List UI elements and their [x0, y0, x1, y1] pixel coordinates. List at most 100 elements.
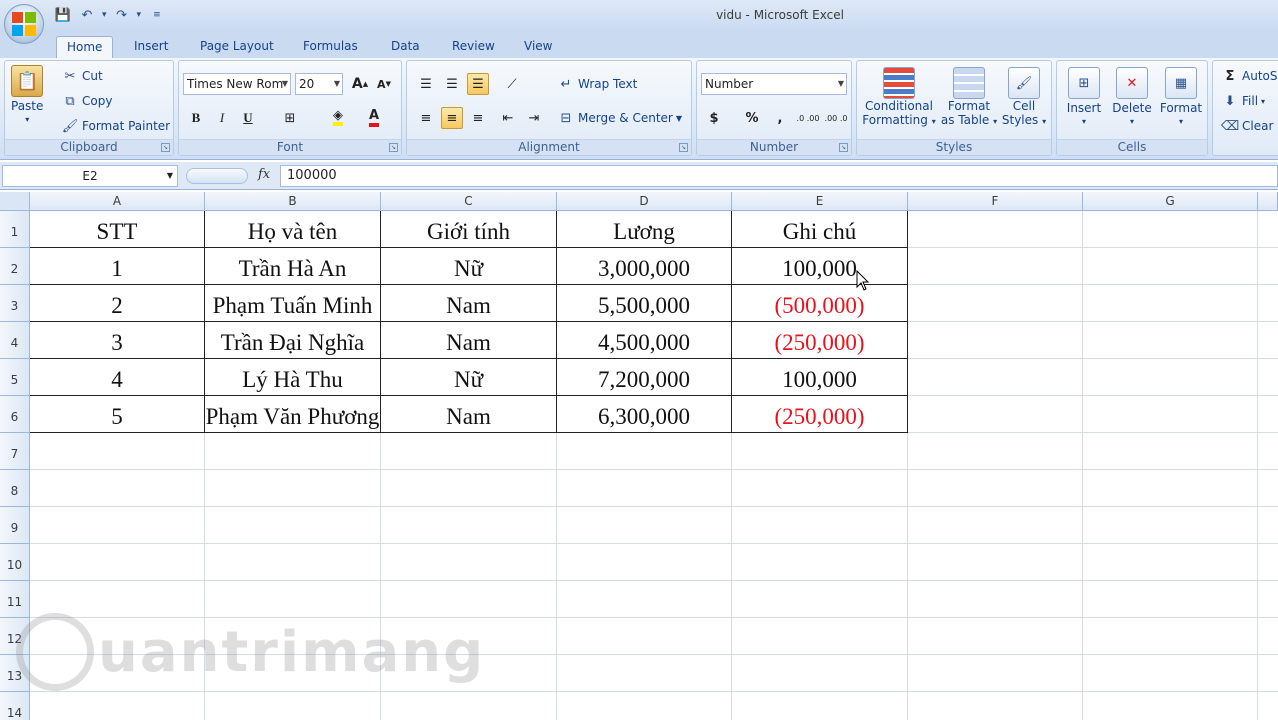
cell-styles-button[interactable]: 🖌 Cell Styles ▾ [1001, 67, 1047, 127]
bold-button[interactable]: B [185, 107, 207, 129]
table-cell[interactable]: Phạm Văn Phương [205, 396, 380, 432]
redo-dropdown-icon[interactable]: ▾ [137, 10, 142, 20]
column-header-a[interactable]: A [30, 192, 205, 211]
insert-cells-button[interactable]: ⊞ Insert ▾ [1061, 67, 1107, 126]
table-cell[interactable]: 7,200,000 [557, 359, 731, 395]
row-header-3[interactable]: 3 [0, 285, 30, 322]
grow-font-button[interactable]: A ▲ [349, 73, 371, 95]
save-icon[interactable]: 💾 [54, 6, 72, 24]
align-middle-icon[interactable]: ☰ [441, 73, 463, 95]
column-header-b[interactable]: B [205, 192, 381, 211]
table-cell[interactable]: Nữ [381, 248, 556, 284]
column-header-g[interactable]: G [1083, 192, 1258, 211]
tab-insert[interactable]: Insert [124, 36, 178, 58]
autosum-button[interactable]: Σ AutoS [1221, 67, 1278, 85]
customize-qat-icon[interactable]: ≡ [153, 10, 161, 20]
table-cell[interactable]: 3 [30, 322, 204, 358]
undo-icon[interactable]: ↶ [78, 6, 96, 24]
row-header-13[interactable]: 13 [0, 655, 30, 692]
decrease-indent-icon[interactable]: ⇤ [497, 107, 519, 129]
font-color-button[interactable]: A [363, 107, 385, 129]
cut-button[interactable]: ✂ Cut [61, 67, 103, 85]
table-cell[interactable]: (250,000) [732, 322, 907, 358]
office-button[interactable] [4, 4, 44, 44]
header-cell[interactable]: Lương [557, 211, 731, 247]
table-cell[interactable]: 5 [30, 396, 204, 432]
row-header-4[interactable]: 4 [0, 322, 30, 359]
increase-indent-icon[interactable]: ⇥ [523, 107, 545, 129]
merge-center-button[interactable]: ⊟ Merge & Center ▼ [557, 109, 682, 127]
name-box[interactable]: E2 ▼ [2, 165, 178, 187]
tab-view[interactable]: View [514, 36, 562, 58]
alignment-launcher-icon[interactable]: ↘ [679, 143, 688, 152]
align-center-icon[interactable]: ≡ [441, 107, 463, 129]
fill-button[interactable]: ⬇ Fill ▾ [1221, 92, 1266, 110]
clipboard-launcher-icon[interactable]: ↘ [161, 143, 170, 152]
header-cell[interactable]: STT [30, 211, 204, 247]
tab-data[interactable]: Data [381, 36, 430, 58]
borders-icon[interactable]: ⊞ [279, 107, 301, 129]
column-header-partial[interactable] [1258, 192, 1278, 211]
copy-button[interactable]: ⧉ Copy [61, 92, 112, 110]
row-header-6[interactable]: 6 [0, 396, 30, 433]
column-header-f[interactable]: F [908, 192, 1083, 211]
undo-dropdown-icon[interactable]: ▾ [102, 10, 107, 20]
table-cell[interactable]: 5,500,000 [557, 285, 731, 321]
table-cell[interactable]: 1 [30, 248, 204, 284]
select-all-corner[interactable] [0, 192, 30, 211]
tab-review[interactable]: Review [442, 36, 505, 58]
row-header-14[interactable]: 14 [0, 692, 30, 720]
align-bottom-icon[interactable]: ☰ [467, 73, 489, 95]
column-header-e[interactable]: E [732, 192, 908, 211]
table-cell[interactable]: 6,300,000 [557, 396, 731, 432]
table-cell[interactable]: 100,000 [732, 359, 907, 395]
table-cell[interactable]: 100,000 [732, 248, 907, 284]
format-painter-button[interactable]: 🖌 Format Painter [61, 117, 170, 135]
decrease-decimal-button[interactable]: .00 .0 [823, 107, 849, 129]
conditional-formatting-button[interactable]: Conditional Formatting ▾ [862, 67, 936, 127]
font-name-select[interactable]: Times New Rom ▼ [183, 73, 291, 95]
table-cell[interactable]: Trần Hà An [205, 248, 380, 284]
table-cell[interactable]: Nam [381, 285, 556, 321]
delete-cells-button[interactable]: ✕ Delete ▾ [1109, 67, 1155, 126]
wrap-text-button[interactable]: ↵ Wrap Text [557, 75, 638, 93]
align-left-icon[interactable]: ≡ [415, 107, 437, 129]
increase-decimal-button[interactable]: .0 .00 [795, 107, 821, 129]
row-header-9[interactable]: 9 [0, 507, 30, 544]
row-header-8[interactable]: 8 [0, 470, 30, 507]
tab-page-layout[interactable]: Page Layout [190, 36, 284, 58]
table-cell[interactable]: Nữ [381, 359, 556, 395]
table-cell[interactable]: Nam [381, 322, 556, 358]
worksheet-grid[interactable]: ABCDEFG 1 2 3 4 5 6 7 8 9 10 11 12 13 14 STT Họ và tên… [0, 192, 1278, 720]
orientation-icon[interactable]: ⟋ [501, 73, 523, 95]
table-cell[interactable]: (500,000) [732, 285, 907, 321]
row-header-5[interactable]: 5 [0, 359, 30, 396]
row-header-1[interactable]: 1 [0, 211, 30, 248]
table-cell[interactable]: 3,000,000 [557, 248, 731, 284]
header-cell[interactable]: Giới tính [381, 211, 556, 247]
redo-icon[interactable]: ↷ [113, 6, 131, 24]
percent-button[interactable]: % [741, 107, 763, 129]
table-cell[interactable]: Phạm Tuấn Minh [205, 285, 380, 321]
number-format-select[interactable]: Number ▼ [701, 73, 847, 95]
table-cell[interactable]: 2 [30, 285, 204, 321]
formula-input[interactable]: 100000 [280, 165, 1278, 187]
table-cell[interactable]: 4,500,000 [557, 322, 731, 358]
font-size-select[interactable]: 20 ▼ [295, 73, 343, 95]
currency-button[interactable]: $ [703, 107, 725, 129]
table-cell[interactable]: Trần Đại Nghĩa [205, 322, 380, 358]
column-header-c[interactable]: C [381, 192, 557, 211]
italic-button[interactable]: I [211, 107, 233, 129]
clear-button[interactable]: ⌫ Clear [1221, 117, 1274, 135]
shrink-font-button[interactable]: A ▼ [373, 73, 395, 95]
table-cell[interactable]: Nam [381, 396, 556, 432]
paste-button[interactable]: 📋 Paste ▾ [11, 65, 43, 124]
align-top-icon[interactable]: ☰ [415, 73, 437, 95]
table-cell[interactable]: (250,000) [732, 396, 907, 432]
row-header-7[interactable]: 7 [0, 433, 30, 470]
column-header-d[interactable]: D [557, 192, 732, 211]
row-header-2[interactable]: 2 [0, 248, 30, 285]
row-header-10[interactable]: 10 [0, 544, 30, 581]
header-cell[interactable]: Ghi chú [732, 211, 907, 247]
number-launcher-icon[interactable]: ↘ [839, 143, 848, 152]
